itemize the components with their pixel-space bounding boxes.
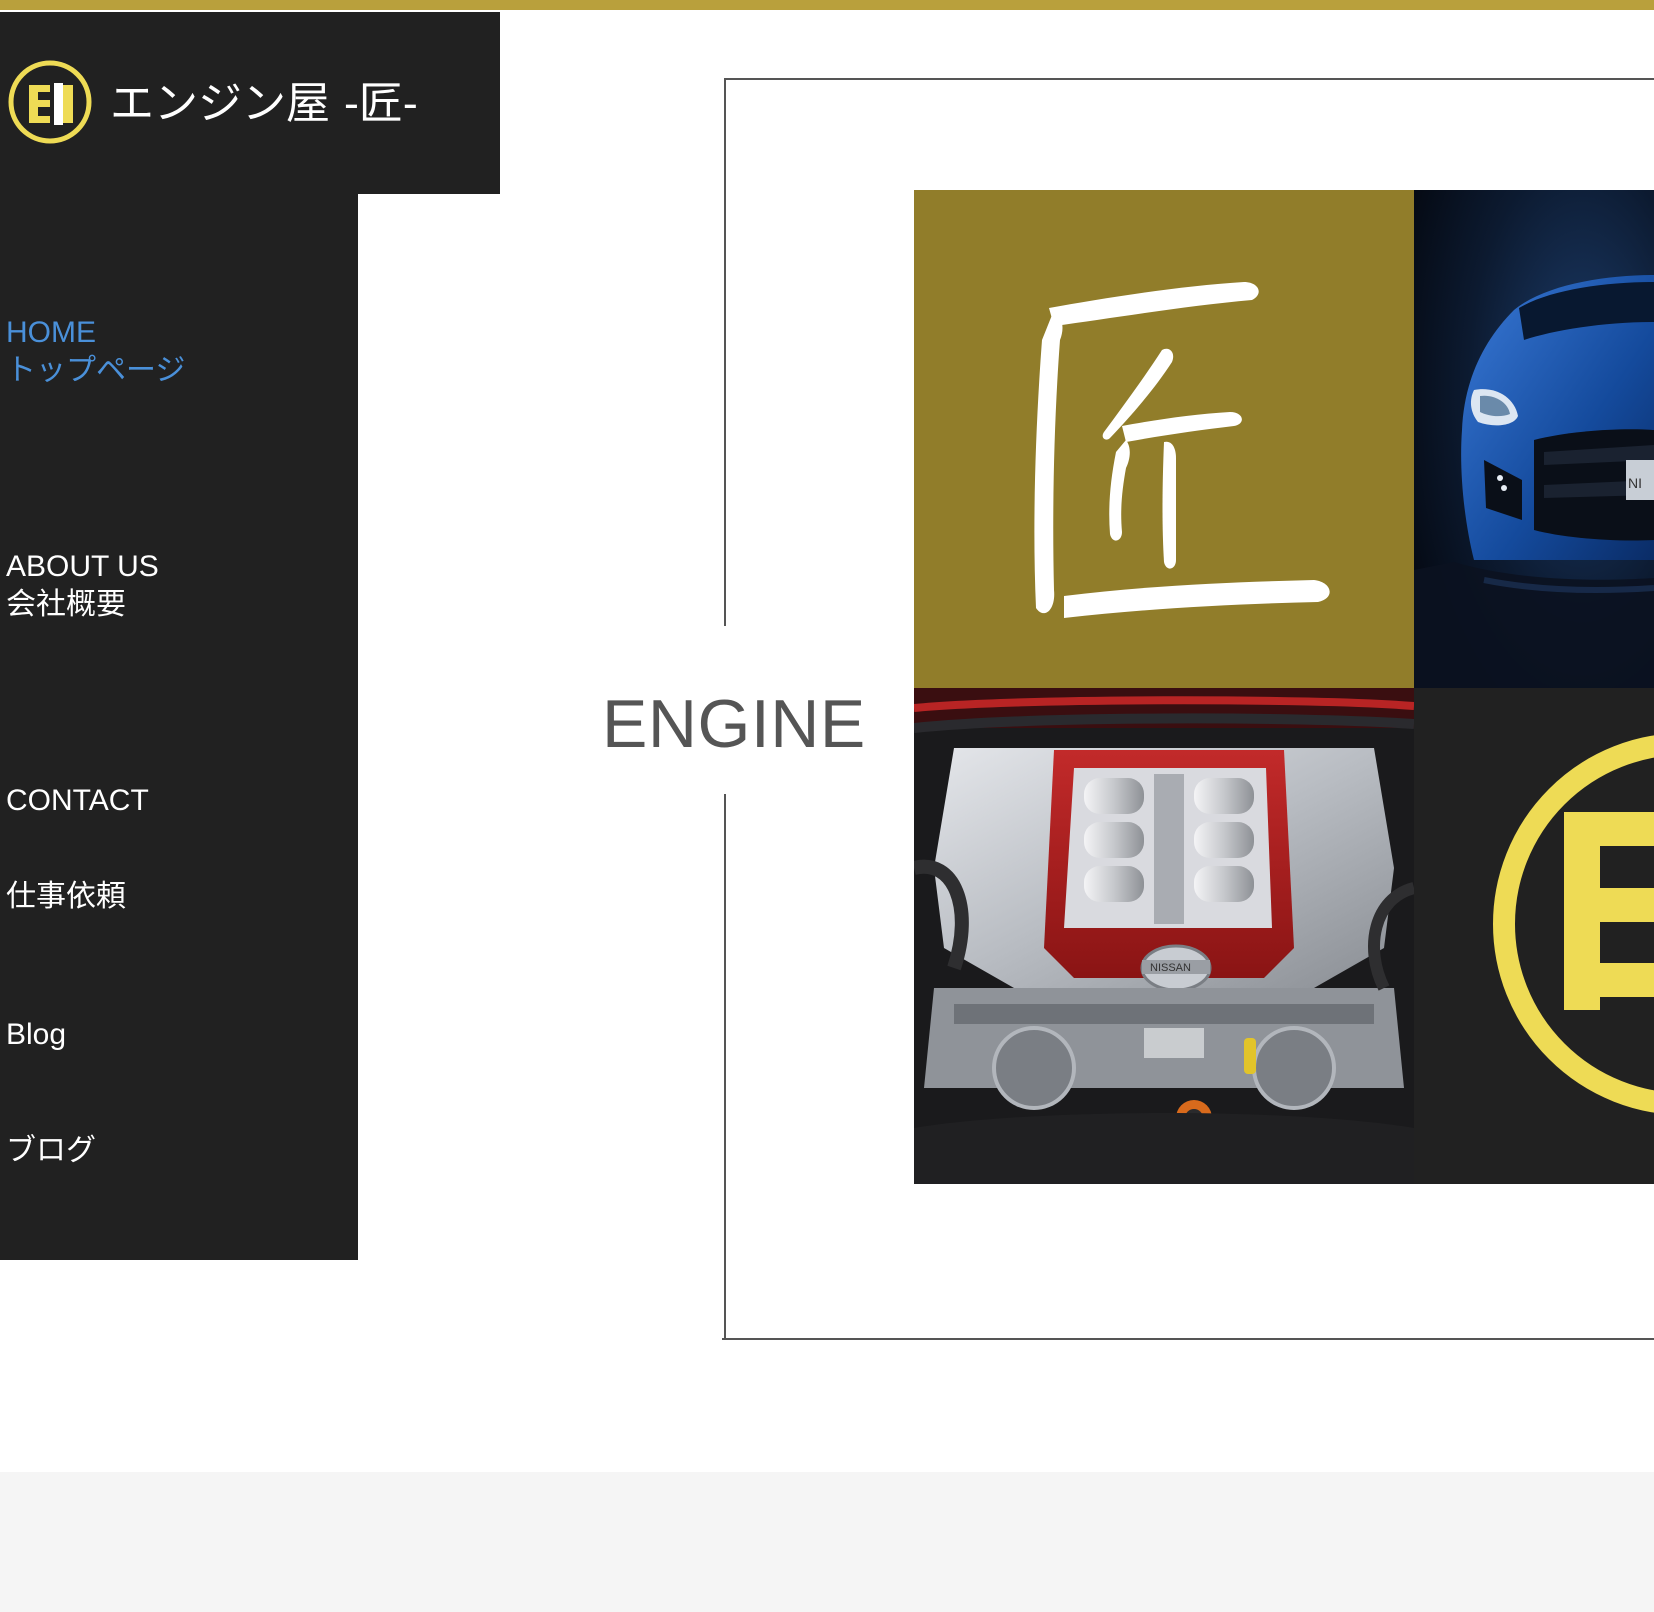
logo-mark-tile: [1414, 688, 1654, 1184]
frame-left-line-upper: [724, 78, 726, 626]
nav-blog-ja[interactable]: ブログ: [6, 1132, 96, 1170]
frame-left-line-lower: [724, 794, 726, 1340]
engine-badge: NISSAN: [1150, 962, 1191, 974]
footer-band: [0, 1472, 1654, 1612]
top-accent-bar: [0, 0, 1654, 10]
frame-top-line: [724, 78, 1654, 80]
sports-car-photo: NI: [1414, 190, 1654, 688]
nav-contact-en[interactable]: CONTACT: [6, 782, 149, 820]
nav-contact-ja[interactable]: 仕事依頼: [6, 878, 126, 916]
takumi-brush-icon: [1034, 282, 1330, 618]
nav-home[interactable]: HOME トップページ: [6, 314, 185, 390]
nav-blog-en[interactable]: Blog: [6, 1016, 66, 1054]
frame-bottom-line: [722, 1338, 1654, 1340]
car-badge: NI: [1628, 475, 1642, 491]
nav-home-en[interactable]: HOME: [6, 314, 185, 352]
logo-mark-large-icon: [1493, 735, 1654, 1113]
nav-home-ja[interactable]: トップページ: [6, 352, 185, 390]
brand-name[interactable]: エンジン屋 -匠-: [110, 82, 418, 126]
header-panel: エンジン屋 -匠-: [0, 12, 500, 194]
sidebar-nav: HOME トップページ ABOUT US 会社概要 CONTACT 仕事依頼 B…: [0, 194, 358, 1260]
nav-about[interactable]: ABOUT US 会社概要: [6, 548, 159, 624]
hero-title: ENGINE: [602, 686, 866, 762]
nav-about-ja[interactable]: 会社概要: [6, 586, 159, 624]
blue-sports-car-tile: NI: [1414, 190, 1654, 688]
engine-ya-logo-icon[interactable]: [6, 58, 94, 146]
page: エンジン屋 -匠- HOME トップページ ABOUT US 会社概要 CONT…: [0, 0, 1654, 1612]
takumi-kanji-tile: [914, 190, 1414, 688]
engine-bay-photo: NISSAN: [914, 688, 1414, 1184]
engine-bay-tile: NISSAN: [914, 688, 1414, 1184]
nav-about-en[interactable]: ABOUT US: [6, 548, 159, 586]
